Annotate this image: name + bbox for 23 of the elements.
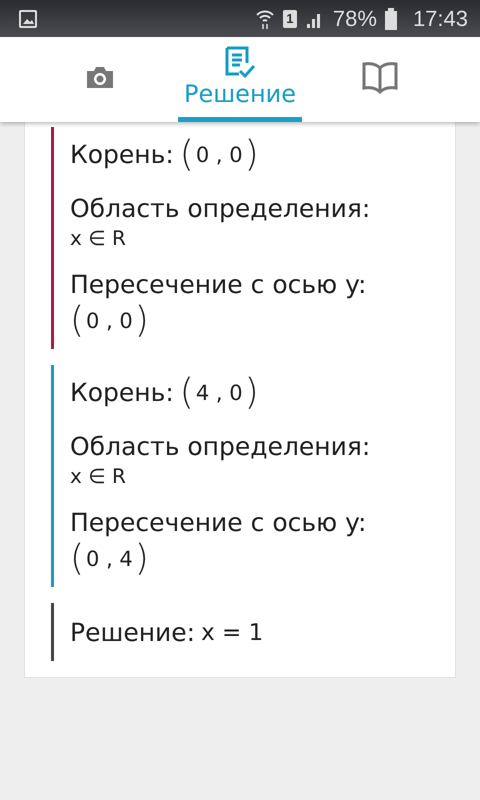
result-label: Область определения: [70,431,372,463]
wifi-icon [254,8,275,30]
image-icon [18,8,38,28]
clock: 17:43 [412,6,468,32]
camera-icon [85,64,115,90]
result-value: x = 1 [201,620,264,646]
point-value: (0 , 4) [70,539,149,579]
point-value: (0 , 0) [70,301,149,341]
result-label: Корень: [70,139,174,171]
book-icon [362,60,398,94]
result-label: Корень: [70,377,174,409]
result-label: Решение: [70,617,196,649]
result-value: x ∈ R [70,463,127,489]
battery-percent: 78% [332,6,377,32]
point-value: (4 , 0) [180,373,259,413]
result-label: Пересечение с осью y: [70,507,368,539]
sim-indicator: 1 [282,10,297,28]
result-label: Область определения: [70,193,372,225]
result-label: Пересечение с осью y: [70,269,368,301]
result-value: x ∈ R [70,225,127,251]
document-check-icon [223,46,257,80]
point-value: (0 , 0) [180,135,259,175]
battery-icon [384,8,397,30]
